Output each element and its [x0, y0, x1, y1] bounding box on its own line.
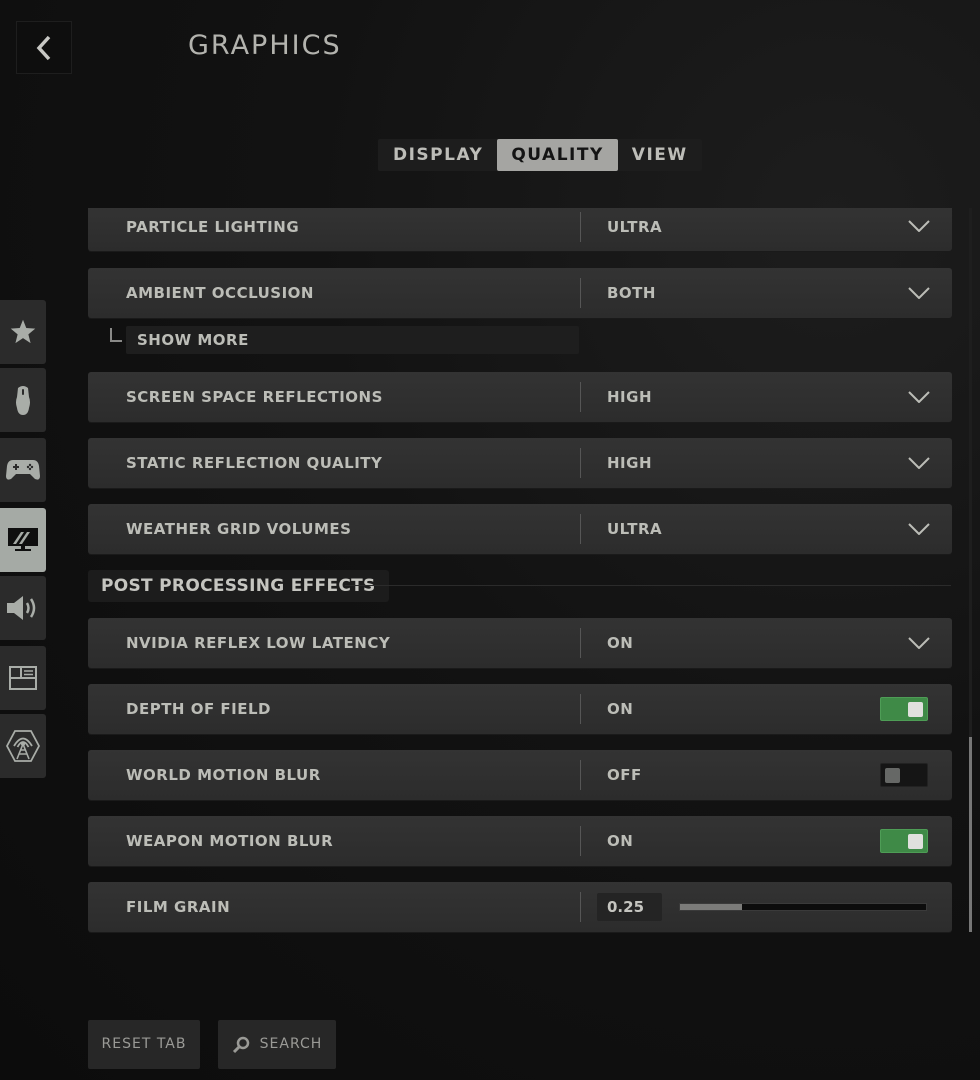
weapon-motion-blur-toggle[interactable]	[880, 829, 928, 853]
scrollbar[interactable]	[969, 208, 972, 932]
setting-value: ON	[607, 634, 634, 652]
controller-icon	[6, 460, 40, 480]
setting-label: AMBIENT OCCLUSION	[126, 284, 314, 302]
show-more-button[interactable]: SHOW MORE	[126, 326, 579, 354]
setting-value: OFF	[607, 766, 642, 784]
chevron-down-icon	[908, 391, 930, 403]
setting-value: ULTRA	[607, 520, 663, 538]
sidebar-item-favorites[interactable]	[0, 300, 46, 364]
setting-film-grain[interactable]: FILM GRAIN 0.25	[88, 882, 952, 932]
monitor-icon	[8, 528, 38, 551]
divider	[580, 892, 581, 922]
setting-label: STATIC REFLECTION QUALITY	[126, 454, 383, 472]
reset-tab-label: RESET TAB	[101, 1036, 187, 1052]
tab-bar: DISPLAY QUALITY VIEW	[378, 139, 702, 171]
sidebar-item-interface[interactable]	[0, 646, 46, 710]
setting-value: ULTRA	[607, 218, 663, 236]
network-icon	[6, 730, 40, 762]
divider	[580, 694, 581, 724]
setting-nvidia-reflex[interactable]: NVIDIA REFLEX LOW LATENCY ON	[88, 618, 952, 668]
divider	[580, 628, 581, 658]
chevron-down-icon	[908, 637, 930, 649]
setting-label: WEAPON MOTION BLUR	[126, 832, 334, 850]
setting-value: ON	[607, 700, 634, 718]
search-label: SEARCH	[259, 1036, 323, 1052]
chevron-down-icon	[908, 457, 930, 469]
toggle-knob	[908, 702, 923, 717]
search-icon	[232, 1036, 249, 1053]
setting-label: DEPTH OF FIELD	[126, 700, 272, 718]
setting-label: WEATHER GRID VOLUMES	[126, 520, 352, 538]
tab-display[interactable]: DISPLAY	[378, 139, 497, 171]
interface-icon	[9, 666, 37, 690]
sidebar-item-graphics[interactable]	[0, 508, 46, 572]
section-header-post-processing: POST PROCESSING EFFECTS	[88, 570, 389, 602]
world-motion-blur-toggle[interactable]	[880, 763, 928, 787]
setting-screen-space-reflections[interactable]: SCREEN SPACE REFLECTIONS HIGH	[88, 372, 952, 422]
chevron-down-icon	[908, 287, 930, 299]
setting-label: FILM GRAIN	[126, 898, 231, 916]
setting-particle-lighting[interactable]: PARTICLE LIGHTING ULTRA	[88, 208, 952, 251]
reset-tab-button[interactable]: RESET TAB	[88, 1020, 200, 1069]
tree-connector	[110, 328, 122, 342]
divider	[580, 760, 581, 790]
toggle-knob	[908, 834, 923, 849]
setting-world-motion-blur[interactable]: WORLD MOTION BLUR OFF	[88, 750, 952, 800]
setting-label: SCREEN SPACE REFLECTIONS	[126, 388, 383, 406]
divider	[580, 514, 581, 544]
sidebar-item-audio[interactable]	[0, 576, 46, 640]
slider-fill	[680, 904, 742, 910]
divider	[580, 826, 581, 856]
setting-label: PARTICLE LIGHTING	[126, 218, 300, 236]
divider	[580, 212, 581, 242]
mouse-icon	[16, 386, 30, 415]
star-icon	[10, 319, 36, 344]
setting-static-reflection-quality[interactable]: STATIC REFLECTION QUALITY HIGH	[88, 438, 952, 488]
setting-value: BOTH	[607, 284, 656, 302]
setting-label: NVIDIA REFLEX LOW LATENCY	[126, 634, 391, 652]
setting-weather-grid-volumes[interactable]: WEATHER GRID VOLUMES ULTRA	[88, 504, 952, 554]
sidebar-item-controller[interactable]	[0, 438, 46, 502]
divider	[580, 278, 581, 308]
page-title: GRAPHICS	[188, 30, 342, 61]
speaker-icon	[7, 596, 36, 620]
tab-quality[interactable]: QUALITY	[497, 139, 618, 171]
sidebar-item-network[interactable]	[0, 714, 46, 778]
setting-label: WORLD MOTION BLUR	[126, 766, 321, 784]
chevron-left-icon	[36, 35, 51, 60]
setting-ambient-occlusion[interactable]: AMBIENT OCCLUSION BOTH	[88, 268, 952, 318]
setting-depth-of-field[interactable]: DEPTH OF FIELD ON	[88, 684, 952, 734]
scrollbar-thumb[interactable]	[969, 736, 972, 932]
sidebar-item-mouse[interactable]	[0, 368, 46, 432]
tab-view[interactable]: VIEW	[618, 139, 702, 171]
film-grain-slider[interactable]	[679, 903, 927, 911]
search-button[interactable]: SEARCH	[218, 1020, 336, 1069]
divider	[580, 448, 581, 478]
depth-of-field-toggle[interactable]	[880, 697, 928, 721]
chevron-down-icon	[908, 220, 930, 232]
section-divider	[345, 585, 951, 586]
film-grain-value-input[interactable]: 0.25	[597, 893, 662, 921]
setting-weapon-motion-blur[interactable]: WEAPON MOTION BLUR ON	[88, 816, 952, 866]
setting-value: ON	[607, 832, 634, 850]
back-button[interactable]	[16, 21, 72, 74]
toggle-knob	[885, 768, 900, 783]
divider	[580, 382, 581, 412]
setting-value: HIGH	[607, 454, 653, 472]
setting-value: HIGH	[607, 388, 653, 406]
chevron-down-icon	[908, 523, 930, 535]
